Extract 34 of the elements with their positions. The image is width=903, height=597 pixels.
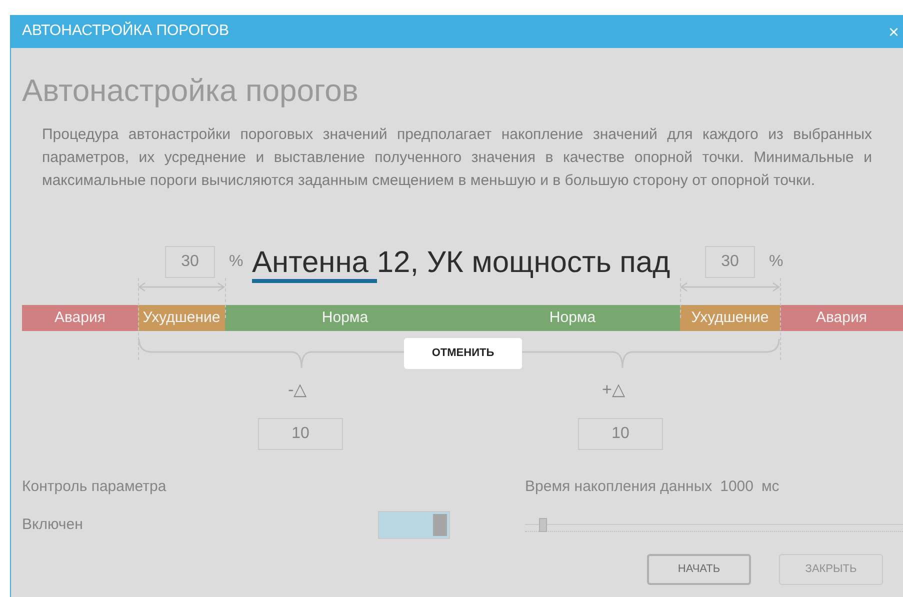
cancel-button[interactable]: ОТМЕНИТЬ	[404, 338, 522, 369]
guide-line	[225, 278, 226, 318]
delta-label: -△	[288, 380, 307, 398]
guide-line	[680, 278, 681, 318]
toggle-thumb	[433, 514, 447, 536]
slider-track[interactable]	[525, 518, 903, 532]
threshold-zone: Ухудшение	[680, 305, 780, 331]
accumulation-label: Время накопления данных	[525, 476, 712, 497]
threshold-zone: Авария	[780, 305, 903, 331]
threshold-zone: Норма	[465, 305, 680, 331]
threshold-zone: Ухудшение	[138, 305, 225, 331]
description-text: Процедура автонастройки пороговых значений предполагает накопление значений для каждого из выбранных параметров, их усреднение и выставление полученного значения в качестве опорной точки. Минимальные и максимальные пороги вычисляются заданным смещением в меньшую и в большую сторону от опорной точки.	[42, 125, 872, 191]
percent-unit: %	[229, 252, 244, 272]
delta-label: +△	[602, 380, 625, 398]
percent-unit: %	[769, 252, 784, 272]
percent-input[interactable]: 30	[165, 246, 215, 278]
control-label: Контроль параметра	[22, 476, 168, 497]
double-arrow-icon	[138, 282, 225, 292]
accumulation-value: 1000	[720, 476, 754, 497]
dialog-button[interactable]: НАЧАТЬ	[647, 554, 751, 585]
accumulation-unit: мс	[761, 476, 780, 497]
dialog-title: АВТОНАСТРОЙКА ПОРОГОВ	[22, 20, 229, 42]
double-arrow-icon	[680, 282, 780, 292]
state-label: Включен	[22, 516, 83, 533]
slider-thumb[interactable]	[538, 518, 547, 532]
close-button[interactable]: ×	[888, 22, 899, 40]
toggle-switch[interactable]	[378, 511, 450, 539]
threshold-zone: Авария	[22, 305, 138, 331]
dialog-heading: Автонастройка порогов	[22, 72, 360, 108]
percent-input[interactable]: 30	[705, 246, 755, 278]
progress-text: Антенна 12, УК мощность пад	[252, 246, 670, 279]
threshold-zone: Норма	[225, 305, 465, 331]
delta-input[interactable]: 10	[258, 418, 343, 450]
delta-input[interactable]: 10	[578, 418, 663, 450]
